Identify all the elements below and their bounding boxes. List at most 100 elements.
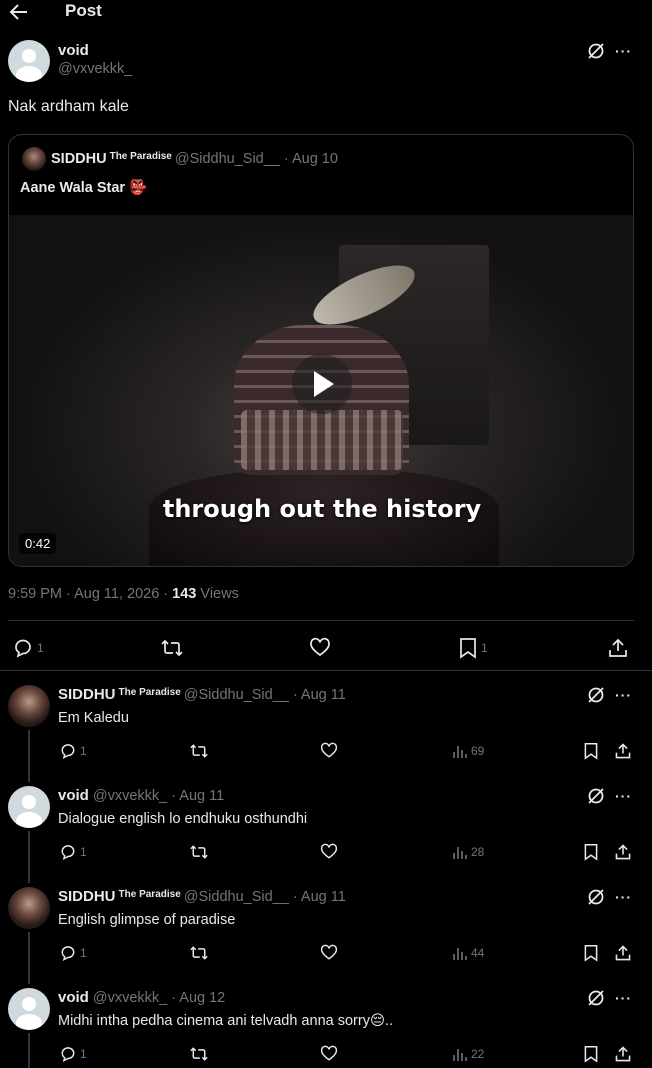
reply-author-badge: The Paradise	[118, 889, 181, 900]
quoted-post[interactable]: SIDDHU The Paradise @Siddhu_Sid__ · Aug 10…	[8, 134, 634, 567]
bookmark-icon	[583, 843, 599, 861]
views-count: 44	[471, 946, 485, 960]
reply-item[interactable]: SIDDHU The Paradise @Siddhu_Sid__ · Aug 11…	[0, 682, 652, 782]
views-count: 69	[471, 744, 485, 758]
post-actions: 1 1	[0, 636, 652, 660]
reply-item[interactable]: SIDDHU The Paradise @Siddhu_Sid__ · Aug 11…	[0, 884, 652, 984]
views-count: 143	[172, 586, 197, 602]
avatar[interactable]	[8, 988, 50, 1030]
reply-author-name[interactable]: SIDDHU	[58, 888, 116, 905]
reply-meta: void @vxvekkk_ · Aug 11	[58, 787, 224, 804]
bookmark-button[interactable]	[583, 842, 599, 862]
bookmark-button[interactable]	[583, 741, 599, 761]
page-title: Post	[65, 1, 102, 20]
like-button[interactable]	[320, 1044, 338, 1064]
quote-author-name[interactable]: SIDDHU	[51, 151, 107, 167]
reply-date[interactable]: · Aug 11	[293, 889, 346, 905]
views-label: Views	[200, 586, 239, 602]
more-icon[interactable]: ···	[615, 991, 633, 1009]
bookmark-icon	[458, 637, 478, 659]
bookmark-icon	[583, 944, 599, 962]
heart-icon	[320, 944, 338, 962]
reply-author-badge: The Paradise	[118, 687, 181, 698]
post-time[interactable]: 9:59 PM · Aug 11, 2026 ·	[8, 586, 168, 602]
bookmark-button[interactable]	[583, 1044, 599, 1064]
grok-icon[interactable]	[587, 686, 605, 704]
more-icon[interactable]: ···	[615, 44, 633, 62]
like-button[interactable]	[320, 943, 338, 963]
video-duration: 0:42	[19, 533, 57, 554]
avatar[interactable]	[8, 685, 50, 727]
reply-author-handle[interactable]: @Siddhu_Sid__	[184, 687, 289, 703]
reply-count: 1	[80, 744, 87, 758]
avatar[interactable]	[8, 786, 50, 828]
quote-avatar[interactable]	[22, 147, 46, 171]
quote-date[interactable]: · Aug 10	[284, 151, 338, 167]
reply-date[interactable]: · Aug 11	[293, 687, 346, 703]
reply-count: 1	[80, 845, 87, 859]
reply-text: Midhi intha pedha cinema ani telvadh ann…	[58, 1013, 394, 1029]
reply-author-name[interactable]: void	[58, 989, 89, 1006]
author-name[interactable]: void	[58, 42, 132, 59]
reply-button[interactable]: 1	[59, 943, 87, 963]
reply-icon	[59, 843, 77, 861]
like-button[interactable]	[309, 636, 331, 660]
repost-button[interactable]	[189, 741, 209, 761]
author-handle[interactable]: @vxvekkk_	[58, 61, 132, 77]
reply-author-handle[interactable]: @Siddhu_Sid__	[184, 889, 289, 905]
video-caption: through out the history	[162, 495, 482, 523]
reply-text: Em Kaledu	[58, 710, 129, 726]
reply-item[interactable]: void @vxvekkk_ · Aug 12 ··· Midhi intha p…	[0, 985, 652, 1068]
grok-icon[interactable]	[587, 787, 605, 805]
arrow-left-icon[interactable]	[8, 2, 30, 22]
more-icon[interactable]: ···	[615, 890, 633, 908]
more-icon[interactable]: ···	[615, 789, 633, 807]
play-button[interactable]	[292, 354, 352, 414]
bookmark-button[interactable]	[583, 943, 599, 963]
avatar[interactable]	[8, 40, 50, 82]
grok-icon[interactable]	[587, 888, 605, 906]
heart-icon	[320, 742, 338, 760]
like-button[interactable]	[320, 741, 338, 761]
post-author: void @vxvekkk_	[58, 42, 132, 77]
reply-button[interactable]: 1	[59, 842, 87, 862]
repost-button[interactable]	[189, 943, 209, 963]
views-button[interactable]: 69	[452, 741, 484, 761]
reply-author-name[interactable]: SIDDHU	[58, 686, 116, 703]
views-icon	[452, 844, 468, 860]
reply-button[interactable]: 1	[59, 1044, 87, 1064]
reply-date[interactable]: · Aug 11	[171, 788, 224, 804]
views-button[interactable]: 22	[452, 1044, 484, 1064]
grok-icon[interactable]	[587, 42, 605, 60]
reply-author-handle[interactable]: @vxvekkk_	[93, 788, 167, 804]
share-button[interactable]	[614, 741, 632, 761]
reply-meta: SIDDHU The Paradise @Siddhu_Sid__ · Aug 11	[58, 686, 346, 703]
share-button[interactable]	[614, 943, 632, 963]
reply-meta: SIDDHU The Paradise @Siddhu_Sid__ · Aug 11	[58, 888, 346, 905]
share-icon	[614, 742, 632, 760]
share-button[interactable]	[614, 842, 632, 862]
reply-button[interactable]: 1	[12, 636, 44, 660]
bookmark-button[interactable]: 1	[458, 636, 488, 660]
heart-icon	[309, 637, 331, 659]
repost-button[interactable]	[189, 842, 209, 862]
video-player[interactable]: through out the history 0:42	[9, 215, 633, 566]
reply-item[interactable]: void @vxvekkk_ · Aug 11 ··· Dialogue engl…	[0, 783, 652, 883]
quote-author-handle[interactable]: @Siddhu_Sid__	[175, 151, 280, 167]
more-icon[interactable]: ···	[615, 688, 633, 706]
reply-button[interactable]: 1	[59, 741, 87, 761]
quote-meta: SIDDHU The Paradise @Siddhu_Sid__ · Aug 10	[51, 151, 338, 167]
reply-count: 1	[37, 641, 44, 655]
like-button[interactable]	[320, 842, 338, 862]
share-button[interactable]	[607, 636, 629, 660]
grok-icon[interactable]	[587, 989, 605, 1007]
share-button[interactable]	[614, 1044, 632, 1064]
reply-author-handle[interactable]: @vxvekkk_	[93, 990, 167, 1006]
repost-button[interactable]	[160, 636, 184, 660]
repost-button[interactable]	[189, 1044, 209, 1064]
views-button[interactable]: 28	[452, 842, 484, 862]
avatar[interactable]	[8, 887, 50, 929]
reply-author-name[interactable]: void	[58, 787, 89, 804]
views-button[interactable]: 44	[452, 943, 484, 963]
reply-date[interactable]: · Aug 12	[171, 990, 225, 1006]
